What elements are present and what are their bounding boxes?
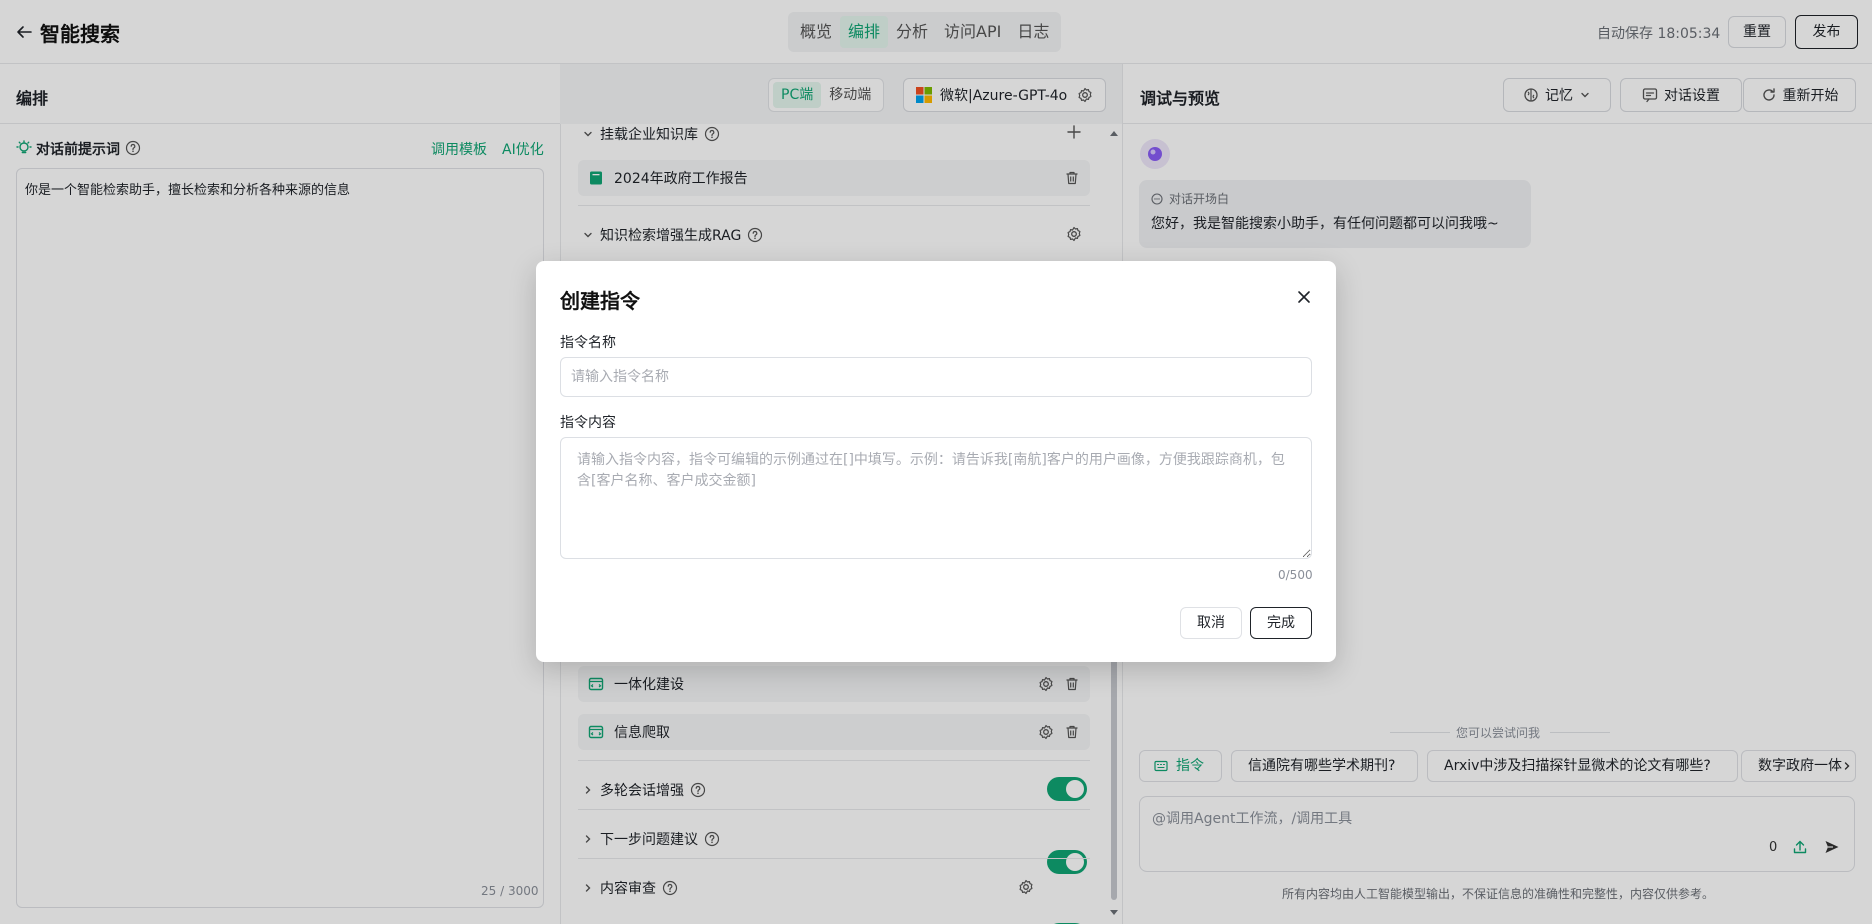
content-field-label: 指令内容 bbox=[560, 415, 616, 431]
content-char-count: 0/500 bbox=[1278, 568, 1313, 582]
dialog-title: 创建指令 bbox=[560, 289, 640, 313]
name-field-label: 指令名称 bbox=[560, 335, 616, 351]
done-button[interactable]: 完成 bbox=[1250, 607, 1312, 639]
cancel-button[interactable]: 取消 bbox=[1180, 607, 1242, 639]
close-icon[interactable] bbox=[1294, 287, 1314, 307]
instruction-content-textarea[interactable] bbox=[560, 437, 1312, 559]
instruction-name-input[interactable] bbox=[560, 357, 1312, 397]
